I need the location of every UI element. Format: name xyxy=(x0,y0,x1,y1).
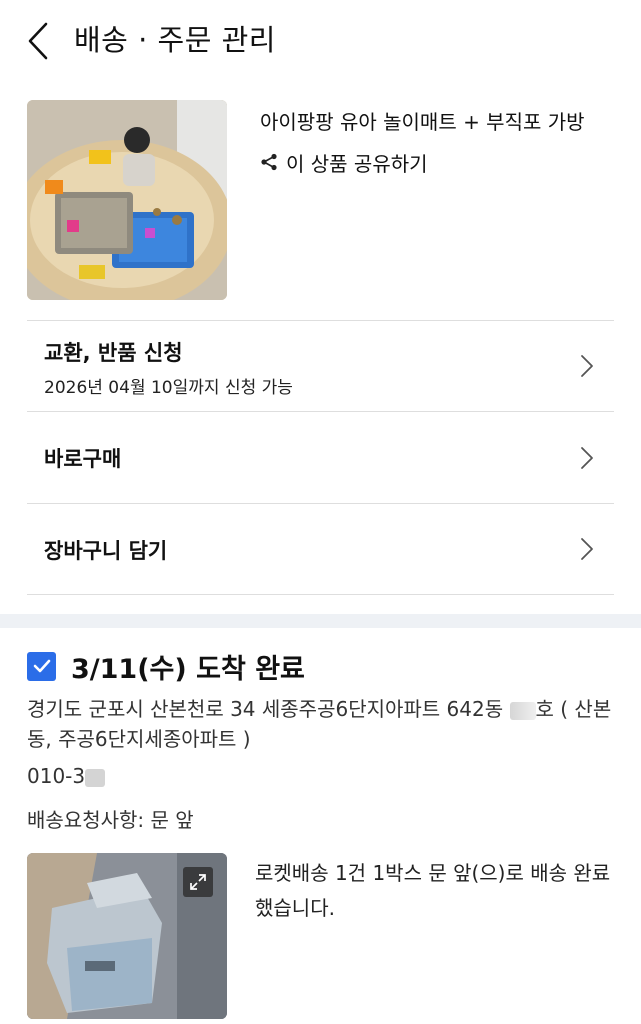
chevron-right-icon xyxy=(581,355,593,377)
delivery-status: 3/11(수) 도착 완료 xyxy=(71,653,305,685)
product-image[interactable] xyxy=(27,100,227,300)
recipient-phone: 010-3 xyxy=(27,764,106,788)
chevron-right-icon xyxy=(581,446,593,469)
chevron-left-icon xyxy=(28,22,48,60)
delivery-status-row: 3/11(수) 도착 완료 xyxy=(27,650,305,685)
request-value: 문 앞 xyxy=(150,808,194,832)
app-header: 배송 · 주문 관리 xyxy=(0,0,641,82)
request-label: 배송요청사항: xyxy=(27,808,145,832)
delivery-checkbox[interactable] xyxy=(27,651,56,681)
product-summary: 아이팡팡 유아 놀이매트 + 부직포 가방 이 상품 공유하기 xyxy=(27,100,614,300)
delivery-address: 경기도 군포시 산본천로 34 세종주공6단지아파트 642동 호 ( 산본동,… xyxy=(27,694,617,754)
add-to-cart-label: 장바구니 담기 xyxy=(44,539,168,563)
exchange-return-row[interactable]: 교환, 반품 신청 2026년 04월 10일까지 신청 가능 xyxy=(27,320,614,411)
share-button[interactable]: 이 상품 공유하기 xyxy=(260,148,428,176)
delivery-photo[interactable] xyxy=(27,853,227,1019)
delivery-message: 로켓배송 1건 1박스 문 앞(으)로 배송 완료했습니다. xyxy=(255,861,611,920)
page-title: 배송 · 주문 관리 xyxy=(74,23,276,57)
expand-icon xyxy=(190,874,206,890)
expand-button[interactable] xyxy=(183,867,213,897)
redacted-phone xyxy=(85,768,106,787)
exchange-deadline-text: 2026년 04월 10일까지 신청 가능 xyxy=(44,378,293,398)
chevron-right-icon xyxy=(581,538,593,560)
redacted-unit xyxy=(509,701,536,720)
share-icon xyxy=(261,153,277,171)
exchange-return-label: 교환, 반품 신청 xyxy=(44,341,183,365)
product-photo-illustration xyxy=(27,100,227,300)
phone-text: 010-3 xyxy=(27,764,86,788)
section-divider xyxy=(0,614,641,628)
delivery-request: 배송요청사항: 문 앞 xyxy=(27,804,194,833)
add-to-cart-row[interactable]: 장바구니 담기 xyxy=(27,503,614,595)
checkmark-icon xyxy=(33,659,50,673)
buy-now-row[interactable]: 바로구매 xyxy=(27,411,614,503)
order-action-list: 교환, 반품 신청 2026년 04월 10일까지 신청 가능 바로구매 장바구… xyxy=(27,320,614,595)
buy-now-label: 바로구매 xyxy=(44,447,122,471)
product-name[interactable]: 아이팡팡 유아 놀이매트 + 부직포 가방 xyxy=(260,108,585,136)
back-button[interactable] xyxy=(22,20,54,62)
address-part1: 경기도 군포시 산본천로 34 세종주공6단지아파트 642동 xyxy=(27,697,510,721)
share-label: 이 상품 공유하기 xyxy=(286,151,428,176)
